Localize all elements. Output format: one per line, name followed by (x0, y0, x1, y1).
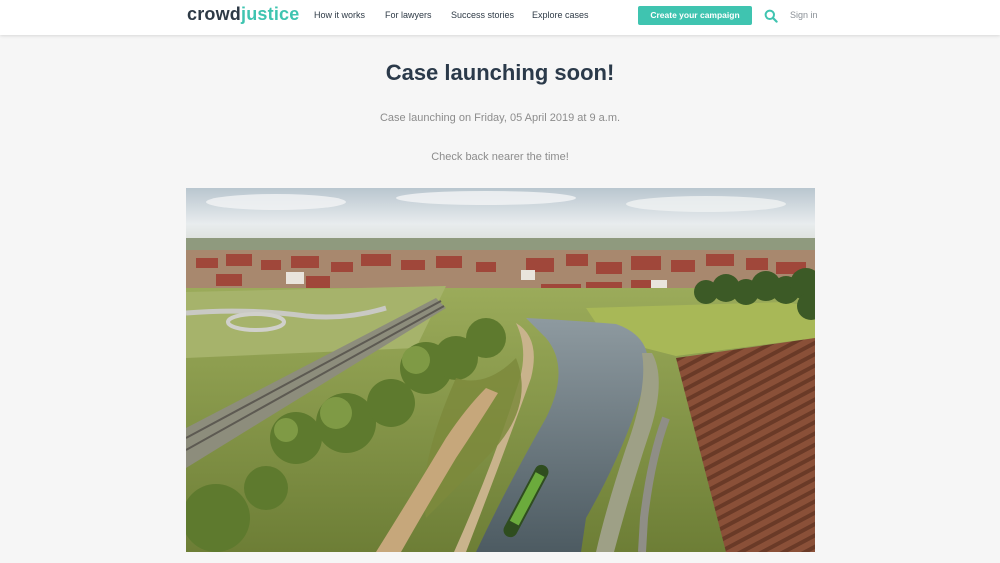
nav-explore-cases[interactable]: Explore cases (532, 10, 589, 20)
check-back-text: Check back nearer the time! (431, 151, 569, 163)
crowdjustice-logo[interactable]: crowdjustice (187, 4, 299, 25)
top-navigation-bar: crowdjustice How it works For lawyers Su… (0, 0, 1000, 35)
case-hero-image (186, 188, 815, 552)
nav-how-it-works[interactable]: How it works (314, 10, 365, 20)
nav-success-stories[interactable]: Success stories (451, 10, 514, 20)
logo-crowd-text: crowd (187, 4, 242, 24)
sign-in-link[interactable]: Sign in (790, 10, 818, 20)
page-title: Case launching soon! (385, 60, 615, 85)
create-campaign-button[interactable]: Create your campaign (638, 6, 752, 25)
search-icon[interactable] (764, 9, 778, 23)
launch-date-text: Case launching on Friday, 05 April 2019 … (379, 112, 621, 124)
logo-justice-text: justice (241, 4, 300, 24)
nav-for-lawyers[interactable]: For lawyers (385, 10, 432, 20)
